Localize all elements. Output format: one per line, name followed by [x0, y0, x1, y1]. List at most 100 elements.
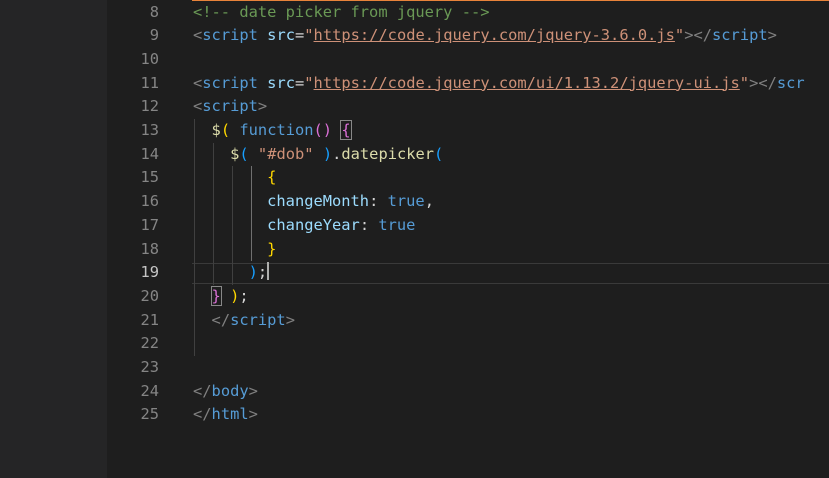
code-line[interactable]: 10: [0, 48, 829, 72]
code-line[interactable]: 14 $( "#dob" ).datepicker(: [0, 143, 829, 167]
code-token: {: [267, 168, 277, 187]
code-token: {: [340, 120, 352, 140]
line-code[interactable]: $( "#dob" ).datepicker(: [193, 143, 443, 167]
code-token: >: [248, 381, 258, 400]
line-number: 15: [140, 168, 159, 187]
code-token: html: [211, 405, 249, 424]
code-line[interactable]: 9 <script src="https://code.jquery.com/jq…: [0, 24, 829, 48]
line-number: 19: [140, 263, 159, 282]
code-line[interactable]: 11 <script src="https://code.jquery.com/u…: [0, 72, 829, 96]
line-code[interactable]: {: [193, 166, 276, 190]
code-line[interactable]: 17 changeYear: true: [0, 214, 829, 238]
code-token: :: [359, 215, 379, 234]
code-line[interactable]: 18 }: [0, 238, 829, 262]
code-line[interactable]: 8 <!-- date picker from jquery -->: [0, 1, 829, 25]
code-line[interactable]: 20 } );: [0, 285, 829, 309]
code-token: script: [202, 26, 258, 45]
code-token: changeMonth: [267, 192, 370, 211]
indent-guide: [213, 142, 214, 285]
code-token: </: [211, 310, 231, 329]
line-number: 16: [140, 192, 159, 211]
code-line[interactable]: 22: [0, 332, 829, 356]
code-token: ): [322, 144, 333, 163]
line-code[interactable]: <!-- date picker from jquery -->: [193, 1, 490, 25]
code-token: datepicker: [341, 144, 435, 163]
code-token: $: [230, 144, 240, 163]
code-token: (: [239, 144, 249, 163]
code-token: <!-- date picker from jquery -->: [193, 2, 490, 21]
code-line[interactable]: 16 changeMonth: true,: [0, 190, 829, 214]
line-number: 9: [149, 26, 159, 45]
code-line[interactable]: 23: [0, 356, 829, 380]
indent-guide: [251, 166, 252, 262]
code-token: =: [294, 26, 305, 45]
line-number: 12: [140, 97, 159, 116]
line-number: 14: [140, 144, 159, 163]
code-token: (: [434, 144, 444, 163]
code-token: ;: [257, 263, 268, 282]
code-token: >: [248, 405, 258, 424]
code-token: ></: [749, 73, 777, 92]
line-code[interactable]: } );: [193, 285, 249, 309]
code-token: ": [674, 26, 685, 45]
code-line[interactable]: 25 </html>: [0, 403, 829, 427]
code-line[interactable]: 13 $( function() {: [0, 119, 829, 143]
code-token: ;: [239, 286, 249, 305]
code-token: "#dob": [257, 144, 314, 163]
code-line[interactable]: 24 </body>: [0, 380, 829, 404]
line-number: 23: [140, 358, 159, 376]
line-code[interactable]: changeMonth: true,: [193, 190, 434, 214]
line-number: 11: [140, 73, 159, 92]
line-code[interactable]: </html>: [193, 403, 258, 427]
code-token: :: [369, 192, 388, 211]
code-token: ": [739, 73, 750, 92]
code-token: true: [378, 215, 416, 234]
line-number: 13: [140, 121, 159, 139]
code-token: function: [239, 121, 314, 139]
line-code[interactable]: changeYear: true: [193, 214, 415, 238]
code-token: ,: [424, 192, 434, 211]
line-code[interactable]: <script>: [193, 95, 267, 119]
code-token: changeYear: [267, 215, 360, 234]
code-token: .: [332, 144, 342, 163]
code-token: >: [257, 97, 268, 116]
code-line[interactable]: 19 );: [0, 261, 829, 285]
code-line[interactable]: 15 {: [0, 166, 829, 190]
code-line[interactable]: 12 <script>: [0, 95, 829, 119]
code-token: }: [267, 239, 277, 258]
code-editor[interactable]: 8 <!-- date picker from jquery --> 9 <scrip…: [0, 0, 829, 478]
code-token: <: [193, 97, 203, 116]
line-code[interactable]: <script src="https://code.jquery.com/ui/…: [193, 72, 805, 96]
line-code[interactable]: </body>: [193, 380, 258, 404]
code-token: src: [267, 26, 295, 45]
line-code[interactable]: <script src="https://code.jquery.com/jqu…: [193, 24, 777, 48]
line-number: 18: [140, 239, 159, 258]
code-token: (): [313, 121, 333, 139]
code-token: ></: [684, 26, 713, 45]
code-token: script: [230, 310, 286, 329]
line-number: 24: [140, 381, 159, 400]
code-token: ): [230, 286, 240, 305]
code-token: ": [304, 26, 314, 45]
code-token: scr: [776, 73, 805, 92]
code-token: }: [210, 285, 222, 306]
line-number: 20: [140, 286, 159, 305]
code-token: >: [767, 26, 777, 45]
line-code[interactable]: }: [193, 238, 276, 262]
line-code[interactable]: $( function() {: [193, 119, 352, 143]
code-token: true: [387, 192, 425, 211]
line-number: 25: [140, 405, 159, 424]
code-line[interactable]: 21 </script>: [0, 309, 829, 333]
line-code[interactable]: </script>: [193, 309, 295, 333]
